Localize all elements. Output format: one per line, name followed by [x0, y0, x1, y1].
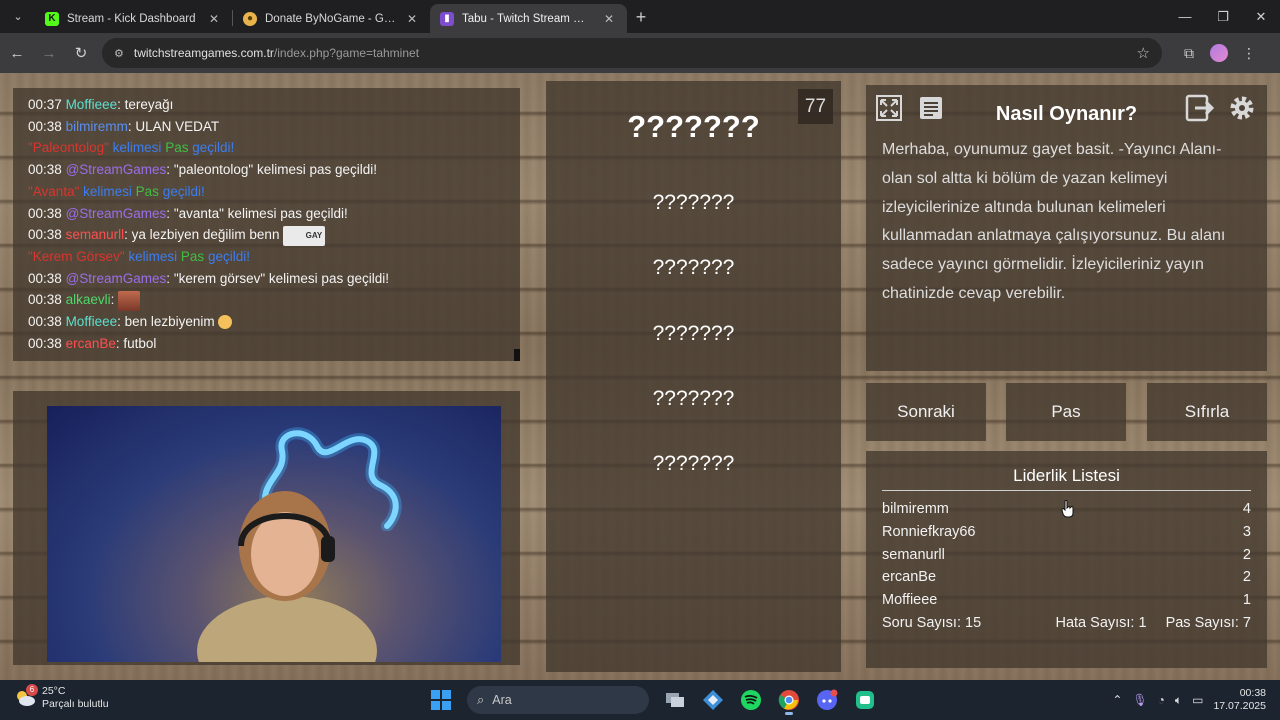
chat-panel: 00:37 Moffieee: tereyağı 00:38 bilmiremm… [13, 88, 520, 361]
forward-arrow-icon[interactable]: → [34, 38, 64, 68]
game-stats: Soru Sayısı: 15 Hata Sayısı: 1 Pas Sayıs… [882, 615, 1251, 631]
gay-emote-icon: GAY [283, 225, 326, 246]
chat-message: 00:37 Moffieee: tereyağı [28, 97, 174, 112]
streamer-silhouette [197, 491, 377, 662]
clock[interactable]: 00:38 17.07.2025 [1213, 687, 1266, 713]
discord-icon[interactable] [811, 684, 843, 716]
kick-favicon-icon: K [45, 11, 59, 26]
close-window-icon[interactable]: ✕ [1242, 0, 1280, 33]
minimize-icon[interactable]: — [1166, 0, 1204, 33]
pass-count: Pas Sayısı: 7 [1165, 615, 1251, 631]
streamer-camera [47, 406, 501, 662]
next-button[interactable]: Sonraki [866, 383, 986, 441]
weather-cloud-icon: 6 [14, 684, 38, 709]
chat-system-message: "Avanta" kelimesi Pas geçildi! [28, 183, 205, 199]
leaderboard-row: Moffieee 1 [882, 592, 1251, 608]
error-count: Hata Sayısı: 1 [1055, 615, 1147, 631]
taboo-word: ??????? [652, 256, 735, 279]
windows-taskbar: 6 25°C Parçalı bulutlu ⌕ Ara ⌃ 🎙︎ ◔ 🔈︎ ▭ … [0, 680, 1280, 720]
leaderboard-row: semanurll 2 [882, 547, 1251, 563]
taskbar-search-input[interactable]: ⌕ Ara [467, 686, 649, 714]
chat-message: 00:38 Moffieee: ben lezbiyenim [28, 311, 505, 333]
main-word: ??????? [627, 109, 760, 144]
game-page: 00:37 Moffieee: tereyağı 00:38 bilmiremm… [0, 73, 1280, 680]
browser-toolbar: ← → ↻ ⚙ twitchstreamgames.com.tr/index.p… [0, 33, 1280, 73]
weather-widget[interactable]: 6 25°C Parçalı bulutlu [14, 684, 109, 711]
taboo-word: ??????? [652, 191, 735, 214]
reset-button[interactable]: Sıfırla [1147, 383, 1267, 441]
task-view-icon[interactable] [659, 684, 691, 716]
weather-condition: Parçalı bulutlu [42, 698, 109, 710]
chat-system-message: "Paleontolog" kelimesi Pas geçildi! [28, 140, 235, 156]
question-count: Soru Sayısı: 15 [882, 615, 982, 631]
app-diamond-icon[interactable] [697, 684, 729, 716]
browser-tab-bar: ⌄ K Stream - Kick Dashboard ✕ ● Donate B… [0, 0, 1280, 33]
tab-kick-dashboard[interactable]: K Stream - Kick Dashboard ✕ [35, 4, 232, 33]
address-bar[interactable]: ⚙ twitchstreamgames.com.tr/index.php?gam… [102, 38, 1162, 68]
tab-close-icon[interactable]: ✕ [206, 12, 222, 26]
leaderboard-row: ercanBe 2 [882, 569, 1251, 585]
pass-button[interactable]: Pas [1006, 383, 1126, 441]
chat-message: 00:38 @StreamGames: "avanta" kelimesi pa… [28, 205, 348, 221]
temperature: 25°C [42, 685, 66, 697]
how-to-play-text: Merhaba, oyunumuz gayet basit. -Yayıncı … [882, 141, 1226, 302]
twitch-favicon-icon: ▮ [440, 11, 454, 26]
how-to-play-panel: Nasıl Oynanır? Merhaba, oyunumuz gayet b… [866, 85, 1267, 371]
smile-emoji-icon [218, 315, 233, 330]
chat-message: 00:38 @StreamGames: "kerem görsev" kelim… [28, 270, 389, 286]
volume-icon[interactable]: 🔈︎ [1175, 693, 1182, 708]
new-tab-button[interactable]: + [627, 3, 655, 31]
search-icon: ⌕ [477, 692, 485, 707]
taboo-word: ??????? [652, 387, 735, 410]
bookmark-star-icon[interactable]: ☆ [1137, 44, 1150, 62]
chrome-icon[interactable] [773, 684, 805, 716]
leaderboard-row: Ronniefkray66 3 [882, 524, 1251, 540]
tab-close-icon[interactable]: ✕ [404, 12, 420, 26]
extensions-icon[interactable]: ⧉ [1174, 38, 1204, 68]
bynogame-favicon-icon: ● [243, 11, 257, 26]
url-text: twitchstreamgames.com.tr/index.php?game=… [133, 46, 420, 60]
reload-icon[interactable]: ↻ [66, 38, 96, 68]
chat-system-message: "Kerem Görsev" kelimesi Pas geçildi! [28, 248, 250, 264]
face-emote-icon [118, 290, 141, 311]
maximize-icon[interactable]: ❐ [1204, 0, 1242, 33]
chat-message: 00:38 bilmiremm: ULAN VEDAT [28, 118, 220, 134]
system-tray: ⌃ 🎙︎ ◔ 🔈︎ ▭ 00:38 17.07.2025 [1112, 680, 1280, 720]
windows-start-icon[interactable] [425, 684, 457, 716]
browser-menu-icon[interactable]: ⋮ [1234, 38, 1264, 68]
taboo-word: ??????? [652, 452, 735, 475]
spotify-icon[interactable] [735, 684, 767, 716]
exit-icon[interactable] [1183, 91, 1217, 125]
wifi-icon[interactable]: ◔ [1158, 693, 1165, 707]
battery-icon[interactable]: ▭ [1192, 693, 1203, 707]
tab-search-button[interactable]: ⌄ [5, 3, 31, 29]
chat-scrollbar[interactable] [514, 349, 520, 361]
weather-badge: 6 [26, 684, 38, 696]
window-controls: — ❐ ✕ [1166, 0, 1280, 33]
tab-donate-bynogame[interactable]: ● Donate ByNoGame - Gelen/Gid ✕ [233, 4, 430, 33]
chevron-up-icon[interactable]: ⌃ [1112, 693, 1122, 707]
taskbar-apps: ⌕ Ara [425, 684, 881, 716]
chat-message: 00:38 @StreamGames: "paleontolog" kelime… [28, 162, 378, 178]
hand-cursor-icon [1061, 500, 1074, 518]
profile-avatar[interactable] [1210, 44, 1228, 62]
taboo-word-panel: 77 ??????? ??????? ??????? ??????? ?????… [546, 81, 841, 672]
site-info-icon[interactable]: ⚙ [114, 47, 124, 60]
leaderboard-panel: Liderlik Listesi bilmiremm 4 Ronniefkray6… [866, 451, 1267, 668]
chat-message: 00:38 alkaevli: [28, 289, 505, 311]
chat-message: 00:38 semanurll: ya lezbiyen değilim ben… [28, 224, 505, 246]
back-arrow-icon[interactable]: ← [2, 38, 32, 68]
tab-tabu-twitch-games[interactable]: ▮ Tabu - Twitch Stream Games ✕ [430, 4, 627, 33]
microphone-icon[interactable]: 🎙︎ [1132, 693, 1147, 707]
settings-gear-icon[interactable] [1225, 91, 1259, 125]
app-green-icon[interactable] [849, 684, 881, 716]
chat-message: 00:38 ercanBe: futbol [28, 335, 157, 351]
taboo-word: ??????? [652, 322, 735, 345]
tab-close-icon[interactable]: ✕ [601, 12, 617, 26]
leaderboard-title: Liderlik Listesi [882, 466, 1251, 491]
